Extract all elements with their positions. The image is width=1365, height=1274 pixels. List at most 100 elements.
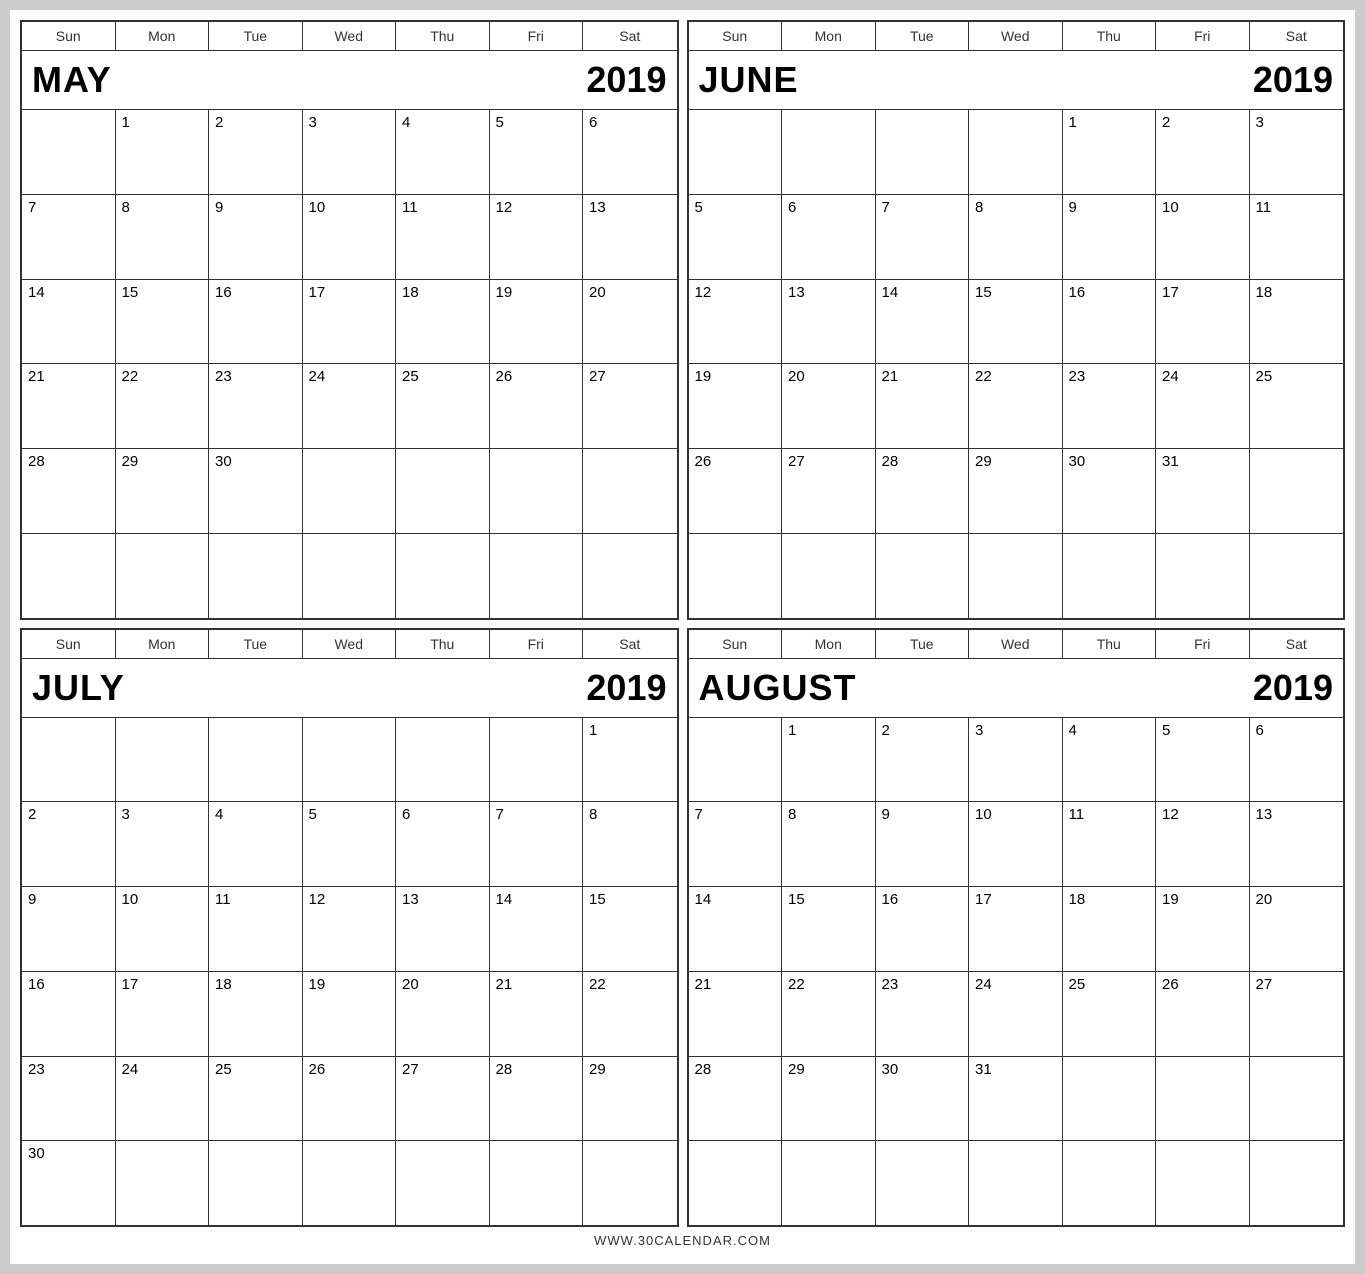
day-27: 27 (396, 1057, 490, 1141)
day-17: 17 (116, 972, 210, 1056)
day-9: 9 (1063, 195, 1157, 279)
week-row-4: 262728293031 (689, 449, 1344, 534)
calendar-title-row: AUGUST2019 (689, 659, 1344, 718)
day-23: 23 (876, 972, 970, 1056)
empty-day (490, 718, 584, 802)
day-5: 5 (689, 195, 783, 279)
day-14: 14 (876, 280, 970, 364)
calendar-august-2019: SunMonTueWedThuFriSatAUGUST2019123456789… (687, 628, 1346, 1228)
week-row-3: 21222324252627 (689, 972, 1344, 1057)
day-3: 3 (969, 718, 1063, 802)
empty-day (396, 449, 490, 533)
day-13: 13 (396, 887, 490, 971)
day-28: 28 (876, 449, 970, 533)
empty-day (583, 1141, 677, 1225)
calendar-year: 2019 (1253, 667, 1333, 709)
empty-day (1250, 534, 1344, 618)
calendar-may-2019: SunMonTueWedThuFriSatMAY2019123456789101… (20, 20, 679, 620)
day-header-tue: Tue (209, 630, 303, 658)
day-header-thu: Thu (1063, 22, 1157, 50)
day-header-thu: Thu (396, 630, 490, 658)
day-19: 19 (303, 972, 397, 1056)
day-6: 6 (1250, 718, 1344, 802)
calendar-body: 1234567891011121314151617181920212223242… (22, 718, 677, 1226)
day-17: 17 (1156, 280, 1250, 364)
empty-day (303, 534, 397, 618)
day-2: 2 (876, 718, 970, 802)
day-13: 13 (1250, 802, 1344, 886)
empty-day (22, 718, 116, 802)
day-24: 24 (303, 364, 397, 448)
week-row-0: 1 (22, 718, 677, 803)
empty-day (1063, 534, 1157, 618)
empty-day (209, 534, 303, 618)
day-7: 7 (490, 802, 584, 886)
day-10: 10 (969, 802, 1063, 886)
day-23: 23 (22, 1057, 116, 1141)
day-31: 31 (969, 1057, 1063, 1141)
day-18: 18 (1063, 887, 1157, 971)
day-18: 18 (1250, 280, 1344, 364)
day-19: 19 (689, 364, 783, 448)
calendar-body: 1235678910111213141516171819202122232425… (689, 110, 1344, 618)
empty-day (303, 1141, 397, 1225)
day-1: 1 (583, 718, 677, 802)
day-header-fri: Fri (490, 22, 584, 50)
day-4: 4 (209, 802, 303, 886)
day-15: 15 (583, 887, 677, 971)
calendar-month: MAY (32, 59, 112, 101)
day-8: 8 (583, 802, 677, 886)
day-30: 30 (1063, 449, 1157, 533)
day-16: 16 (22, 972, 116, 1056)
day-28: 28 (490, 1057, 584, 1141)
week-row-2: 14151617181920 (689, 887, 1344, 972)
day-header-wed: Wed (303, 22, 397, 50)
empty-day (689, 534, 783, 618)
empty-day (876, 110, 970, 194)
day-28: 28 (22, 449, 116, 533)
day-header-thu: Thu (1063, 630, 1157, 658)
empty-day (396, 534, 490, 618)
week-row-2: 9101112131415 (22, 887, 677, 972)
day-7: 7 (689, 802, 783, 886)
week-row-5 (22, 534, 677, 618)
empty-day (1063, 1057, 1157, 1141)
day-header-fri: Fri (1156, 22, 1250, 50)
empty-day (969, 1141, 1063, 1225)
day-25: 25 (396, 364, 490, 448)
day-10: 10 (1156, 195, 1250, 279)
day-28: 28 (689, 1057, 783, 1141)
empty-day (1250, 449, 1344, 533)
day-23: 23 (1063, 364, 1157, 448)
footer: WWW.30CALENDAR.COM (20, 1227, 1345, 1254)
day-24: 24 (969, 972, 1063, 1056)
empty-day (583, 534, 677, 618)
day-29: 29 (116, 449, 210, 533)
empty-day (1063, 1141, 1157, 1225)
day-headers-row: SunMonTueWedThuFriSat (22, 630, 677, 659)
day-24: 24 (1156, 364, 1250, 448)
day-26: 26 (689, 449, 783, 533)
day-29: 29 (782, 1057, 876, 1141)
day-8: 8 (116, 195, 210, 279)
day-22: 22 (782, 972, 876, 1056)
week-row-5 (689, 1141, 1344, 1225)
calendar-year: 2019 (586, 667, 666, 709)
day-header-wed: Wed (969, 630, 1063, 658)
week-row-2: 14151617181920 (22, 280, 677, 365)
day-header-mon: Mon (116, 630, 210, 658)
day-16: 16 (1063, 280, 1157, 364)
empty-day (116, 718, 210, 802)
day-27: 27 (1250, 972, 1344, 1056)
day-30: 30 (209, 449, 303, 533)
empty-day (1156, 534, 1250, 618)
day-26: 26 (1156, 972, 1250, 1056)
calendar-title-row: JUNE2019 (689, 51, 1344, 110)
empty-day (1156, 1057, 1250, 1141)
empty-day (490, 1141, 584, 1225)
empty-day (1250, 1057, 1344, 1141)
day-2: 2 (1156, 110, 1250, 194)
empty-day (782, 110, 876, 194)
day-headers-row: SunMonTueWedThuFriSat (22, 22, 677, 51)
day-header-sat: Sat (1250, 630, 1344, 658)
